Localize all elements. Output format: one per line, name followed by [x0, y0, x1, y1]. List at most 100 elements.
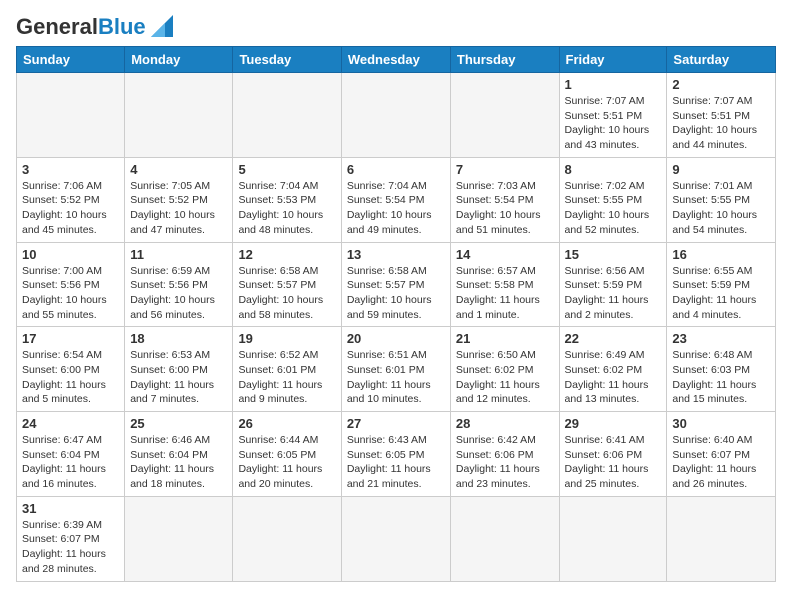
day-info: Sunrise: 7:07 AM Sunset: 5:51 PM Dayligh…	[565, 94, 662, 153]
day-number: 8	[565, 162, 662, 177]
day-info: Sunrise: 6:47 AM Sunset: 6:04 PM Dayligh…	[22, 433, 119, 492]
week-row-1: 1Sunrise: 7:07 AM Sunset: 5:51 PM Daylig…	[17, 73, 776, 158]
day-number: 31	[22, 501, 119, 516]
logo-icon: GeneralBlue	[16, 16, 173, 38]
calendar-cell: 12 Sunrise: 6:58 AM Sunset: 5:57 PM Dayli…	[233, 242, 341, 327]
day-number: 29	[565, 416, 662, 431]
day-info: Sunrise: 6:52 AM Sunset: 6:01 PM Dayligh…	[238, 348, 335, 407]
calendar-cell: 14 Sunrise: 6:57 AM Sunset: 5:58 PM Dayli…	[450, 242, 559, 327]
day-info: Sunrise: 6:48 AM Sunset: 6:03 PM Dayligh…	[672, 348, 770, 407]
calendar-cell	[341, 496, 450, 581]
day-number: 24	[22, 416, 119, 431]
calendar-cell	[125, 496, 233, 581]
calendar-cell	[125, 73, 233, 158]
day-info: Sunrise: 7:04 AM Sunset: 5:53 PM Dayligh…	[238, 179, 335, 238]
day-number: 20	[347, 331, 445, 346]
calendar-cell: 13 Sunrise: 6:58 AM Sunset: 5:57 PM Dayli…	[341, 242, 450, 327]
day-number: 16	[672, 247, 770, 262]
day-info: Sunrise: 6:51 AM Sunset: 6:01 PM Dayligh…	[347, 348, 445, 407]
day-number: 26	[238, 416, 335, 431]
logo-text: GeneralBlue	[16, 16, 146, 38]
calendar-cell: 31Sunrise: 6:39 AM Sunset: 6:07 PM Dayli…	[17, 496, 125, 581]
logo-triangle-icon	[151, 15, 173, 37]
day-info: Sunrise: 7:03 AM Sunset: 5:54 PM Dayligh…	[456, 179, 554, 238]
calendar-cell	[450, 73, 559, 158]
day-number: 13	[347, 247, 445, 262]
calendar-cell: 8Sunrise: 7:02 AM Sunset: 5:55 PM Daylig…	[559, 157, 667, 242]
logo-general: General	[16, 14, 98, 39]
calendar-cell	[233, 73, 341, 158]
calendar-cell	[17, 73, 125, 158]
weekday-header-wednesday: Wednesday	[341, 47, 450, 73]
calendar-cell: 5Sunrise: 7:04 AM Sunset: 5:53 PM Daylig…	[233, 157, 341, 242]
day-info: Sunrise: 7:04 AM Sunset: 5:54 PM Dayligh…	[347, 179, 445, 238]
day-number: 28	[456, 416, 554, 431]
day-number: 7	[456, 162, 554, 177]
day-info: Sunrise: 6:43 AM Sunset: 6:05 PM Dayligh…	[347, 433, 445, 492]
week-row-3: 10Sunrise: 7:00 AM Sunset: 5:56 PM Dayli…	[17, 242, 776, 327]
day-number: 2	[672, 77, 770, 92]
calendar-cell: 25Sunrise: 6:46 AM Sunset: 6:04 PM Dayli…	[125, 412, 233, 497]
day-number: 14	[456, 247, 554, 262]
day-info: Sunrise: 7:05 AM Sunset: 5:52 PM Dayligh…	[130, 179, 227, 238]
calendar-cell: 6 Sunrise: 7:04 AM Sunset: 5:54 PM Daylig…	[341, 157, 450, 242]
weekday-header-sunday: Sunday	[17, 47, 125, 73]
calendar-cell: 2Sunrise: 7:07 AM Sunset: 5:51 PM Daylig…	[667, 73, 776, 158]
calendar-cell: 19Sunrise: 6:52 AM Sunset: 6:01 PM Dayli…	[233, 327, 341, 412]
day-info: Sunrise: 6:40 AM Sunset: 6:07 PM Dayligh…	[672, 433, 770, 492]
calendar-cell: 26 Sunrise: 6:44 AM Sunset: 6:05 PM Dayli…	[233, 412, 341, 497]
calendar-cell: 3 Sunrise: 7:06 AM Sunset: 5:52 PM Daylig…	[17, 157, 125, 242]
week-row-2: 3 Sunrise: 7:06 AM Sunset: 5:52 PM Daylig…	[17, 157, 776, 242]
calendar-cell: 27Sunrise: 6:43 AM Sunset: 6:05 PM Dayli…	[341, 412, 450, 497]
day-number: 23	[672, 331, 770, 346]
calendar-cell	[233, 496, 341, 581]
day-info: Sunrise: 6:44 AM Sunset: 6:05 PM Dayligh…	[238, 433, 335, 492]
day-number: 9	[672, 162, 770, 177]
calendar-cell: 16 Sunrise: 6:55 AM Sunset: 5:59 PM Dayli…	[667, 242, 776, 327]
day-info: Sunrise: 6:46 AM Sunset: 6:04 PM Dayligh…	[130, 433, 227, 492]
logo: GeneralBlue	[16, 16, 173, 38]
calendar-cell: 7 Sunrise: 7:03 AM Sunset: 5:54 PM Daylig…	[450, 157, 559, 242]
day-info: Sunrise: 7:00 AM Sunset: 5:56 PM Dayligh…	[22, 264, 119, 323]
logo-blue: Blue	[98, 14, 146, 39]
week-row-4: 17Sunrise: 6:54 AM Sunset: 6:00 PM Dayli…	[17, 327, 776, 412]
calendar-cell: 28 Sunrise: 6:42 AM Sunset: 6:06 PM Dayli…	[450, 412, 559, 497]
weekday-header-monday: Monday	[125, 47, 233, 73]
day-number: 22	[565, 331, 662, 346]
calendar-cell: 11Sunrise: 6:59 AM Sunset: 5:56 PM Dayli…	[125, 242, 233, 327]
day-info: Sunrise: 6:55 AM Sunset: 5:59 PM Dayligh…	[672, 264, 770, 323]
calendar-cell	[341, 73, 450, 158]
calendar-cell: 24 Sunrise: 6:47 AM Sunset: 6:04 PM Dayli…	[17, 412, 125, 497]
day-number: 4	[130, 162, 227, 177]
day-info: Sunrise: 6:53 AM Sunset: 6:00 PM Dayligh…	[130, 348, 227, 407]
calendar-cell	[559, 496, 667, 581]
day-info: Sunrise: 6:56 AM Sunset: 5:59 PM Dayligh…	[565, 264, 662, 323]
day-info: Sunrise: 6:54 AM Sunset: 6:00 PM Dayligh…	[22, 348, 119, 407]
header: GeneralBlue	[16, 16, 776, 38]
day-info: Sunrise: 7:06 AM Sunset: 5:52 PM Dayligh…	[22, 179, 119, 238]
weekday-header-saturday: Saturday	[667, 47, 776, 73]
day-number: 30	[672, 416, 770, 431]
calendar-cell	[667, 496, 776, 581]
day-info: Sunrise: 7:01 AM Sunset: 5:55 PM Dayligh…	[672, 179, 770, 238]
calendar-cell: 1Sunrise: 7:07 AM Sunset: 5:51 PM Daylig…	[559, 73, 667, 158]
calendar-cell: 22Sunrise: 6:49 AM Sunset: 6:02 PM Dayli…	[559, 327, 667, 412]
day-number: 3	[22, 162, 119, 177]
weekday-header-row: SundayMondayTuesdayWednesdayThursdayFrid…	[17, 47, 776, 73]
calendar-cell	[450, 496, 559, 581]
calendar-cell: 29Sunrise: 6:41 AM Sunset: 6:06 PM Dayli…	[559, 412, 667, 497]
day-info: Sunrise: 6:59 AM Sunset: 5:56 PM Dayligh…	[130, 264, 227, 323]
day-info: Sunrise: 6:50 AM Sunset: 6:02 PM Dayligh…	[456, 348, 554, 407]
day-number: 6	[347, 162, 445, 177]
day-number: 18	[130, 331, 227, 346]
day-info: Sunrise: 6:58 AM Sunset: 5:57 PM Dayligh…	[238, 264, 335, 323]
calendar-cell: 23 Sunrise: 6:48 AM Sunset: 6:03 PM Dayli…	[667, 327, 776, 412]
day-number: 12	[238, 247, 335, 262]
day-info: Sunrise: 6:42 AM Sunset: 6:06 PM Dayligh…	[456, 433, 554, 492]
calendar-cell: 15Sunrise: 6:56 AM Sunset: 5:59 PM Dayli…	[559, 242, 667, 327]
day-info: Sunrise: 6:57 AM Sunset: 5:58 PM Dayligh…	[456, 264, 554, 323]
weekday-header-thursday: Thursday	[450, 47, 559, 73]
day-info: Sunrise: 6:58 AM Sunset: 5:57 PM Dayligh…	[347, 264, 445, 323]
day-number: 21	[456, 331, 554, 346]
calendar-cell: 21 Sunrise: 6:50 AM Sunset: 6:02 PM Dayli…	[450, 327, 559, 412]
